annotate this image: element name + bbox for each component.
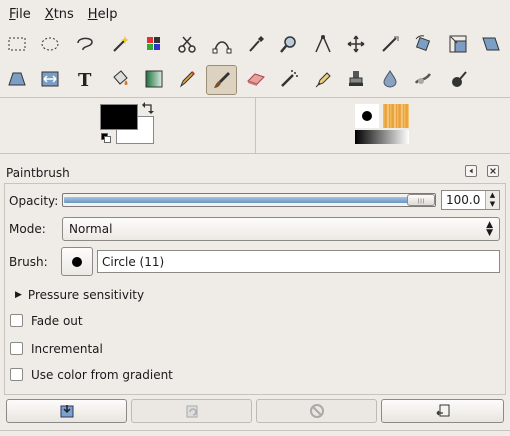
toolbox: T <box>0 28 510 98</box>
brush-name: Circle (11) <box>102 255 165 269</box>
paths-icon[interactable] <box>208 30 236 58</box>
pressure-sensitivity-label: Pressure sensitivity <box>27 288 145 302</box>
foreground-color-swatch[interactable] <box>100 104 138 130</box>
scale-icon[interactable] <box>444 30 472 58</box>
brush-select-button[interactable] <box>61 247 93 276</box>
rotate-icon[interactable] <box>409 30 437 58</box>
dodge-burn-icon[interactable] <box>444 65 472 93</box>
menubar: File Xtns Help <box>0 0 510 28</box>
scissors-select-icon[interactable] <box>173 30 201 58</box>
divider <box>255 98 256 154</box>
clone-icon[interactable] <box>342 65 370 93</box>
gradient-preview[interactable] <box>355 130 409 144</box>
opacity-label: Opacity: <box>9 194 59 208</box>
mode-value: Normal <box>69 222 113 236</box>
free-select-icon[interactable] <box>71 30 99 58</box>
bucket-fill-icon[interactable] <box>106 65 134 93</box>
color-picker-icon[interactable] <box>242 30 270 58</box>
ink-icon[interactable] <box>309 65 337 93</box>
incremental-label[interactable]: Incremental <box>31 342 103 356</box>
brush-dot <box>362 111 372 121</box>
swap-colors-icon[interactable] <box>141 101 155 115</box>
fade-out-label[interactable]: Fade out <box>31 314 83 328</box>
heal-icon[interactable] <box>376 65 404 93</box>
restore-options-button[interactable] <box>131 399 252 423</box>
brush-name-field[interactable]: Circle (11) <box>97 250 500 273</box>
color-brush-area <box>0 98 510 154</box>
panel-menu-icon[interactable] <box>465 165 477 177</box>
pressure-sensitivity-expander[interactable]: ▶ Pressure sensitivity <box>15 288 144 302</box>
fuzzy-select-icon[interactable] <box>106 30 134 58</box>
mode-select[interactable]: Normal ▲ ▼ <box>62 217 500 241</box>
save-options-icon <box>60 405 73 418</box>
menu-file[interactable]: File <box>5 7 35 22</box>
default-colors-bg-icon[interactable] <box>104 136 111 143</box>
brush-dot-icon <box>72 257 82 267</box>
spin-arrows[interactable]: ▲ ▼ <box>485 191 499 209</box>
use-gradient-checkbox[interactable] <box>10 368 23 381</box>
reset-options-button[interactable] <box>381 399 504 423</box>
ellipse-select-icon[interactable] <box>36 30 64 58</box>
menu-help[interactable]: Help <box>84 7 122 22</box>
text-icon[interactable]: T <box>71 65 99 93</box>
smudge-icon[interactable] <box>409 65 437 93</box>
use-gradient-label[interactable]: Use color from gradient <box>31 368 173 382</box>
select-arrows-icon: ▲ ▼ <box>486 220 493 238</box>
opacity-slider[interactable] <box>62 193 436 207</box>
flip-icon[interactable] <box>36 65 64 93</box>
blend-icon[interactable] <box>140 65 168 93</box>
fade-out-checkbox[interactable] <box>10 314 23 327</box>
restore-options-icon <box>186 405 197 418</box>
zoom-icon[interactable] <box>275 30 303 58</box>
pencil-icon[interactable] <box>173 65 201 93</box>
close-icon[interactable] <box>487 165 499 177</box>
delete-options-button[interactable] <box>256 399 377 423</box>
incremental-checkbox[interactable] <box>10 342 23 355</box>
eraser-icon[interactable] <box>242 65 270 93</box>
bottom-divider <box>0 430 510 431</box>
opacity-spinbutton[interactable]: 100.0 ▲ ▼ <box>441 190 500 210</box>
svg-text:T: T <box>78 70 92 90</box>
shear-icon[interactable] <box>477 30 505 58</box>
opacity-value: 100.0 <box>446 193 481 207</box>
move-icon[interactable] <box>342 30 370 58</box>
brush-label: Brush: <box>9 255 48 269</box>
delete-options-icon <box>309 404 324 418</box>
save-options-button[interactable] <box>6 399 127 423</box>
paintbrush-icon[interactable] <box>206 65 237 95</box>
brush-preview[interactable] <box>355 104 379 128</box>
crop-icon[interactable] <box>376 30 404 58</box>
tool-options-title: Paintbrush <box>6 166 70 180</box>
mode-label: Mode: <box>9 222 46 236</box>
pattern-preview[interactable] <box>383 104 409 128</box>
expander-arrow-icon: ▶ <box>15 290 22 300</box>
opacity-slider-handle[interactable] <box>407 194 435 206</box>
select-by-color-icon[interactable] <box>140 30 168 58</box>
menu-xtns[interactable]: Xtns <box>41 7 78 22</box>
opacity-slider-fill <box>64 197 410 203</box>
reset-options-icon <box>436 404 449 417</box>
measure-icon[interactable] <box>309 30 337 58</box>
perspective-icon[interactable] <box>3 65 31 93</box>
airbrush-icon[interactable] <box>275 65 303 93</box>
rect-select-icon[interactable] <box>3 30 31 58</box>
